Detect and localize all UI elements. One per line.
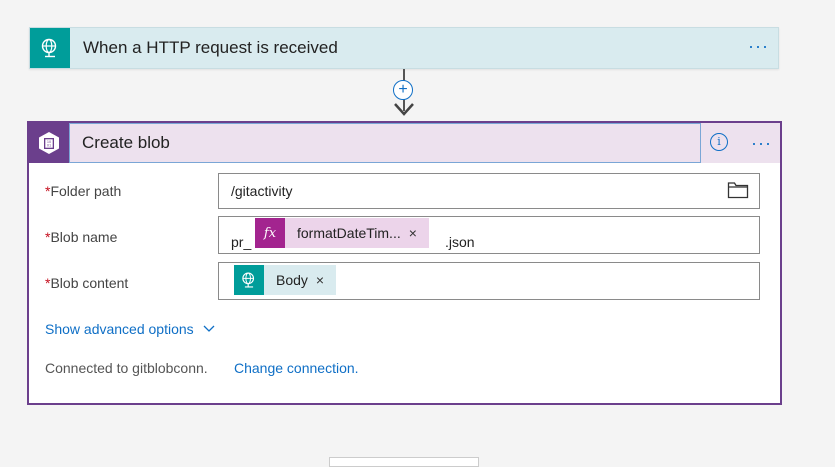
blob-name-prefix: pr_ [231, 234, 252, 250]
trigger-more-button[interactable]: ··· [748, 37, 769, 55]
folder-path-field[interactable]: /gitactivity [218, 173, 760, 209]
change-connection-link[interactable]: Change connection. [234, 360, 359, 376]
info-glyph: i [717, 135, 721, 148]
next-step-stub [329, 457, 479, 467]
token-label: Body [276, 272, 308, 288]
folder-path-label: *Folder path [45, 183, 121, 199]
blob-name-label-text: Blob name [50, 229, 118, 245]
blob-icon-box: 10 01 [29, 123, 69, 163]
chevron-down-icon [203, 325, 215, 332]
blob-icon: 10 01 [39, 132, 59, 154]
card-header: 10 01 Create blob i ··· [29, 123, 780, 163]
body-token[interactable]: Body × [234, 265, 337, 295]
advanced-label: Show advanced options [45, 321, 194, 337]
blob-content-label-text: Blob content [50, 275, 129, 291]
fx-icon: fx [255, 218, 285, 248]
trigger-title: When a HTTP request is received [83, 38, 338, 57]
http-trigger-icon-box [30, 28, 70, 68]
token-label: formatDateTim... [297, 225, 401, 241]
globe-icon [234, 265, 264, 295]
remove-token-button[interactable]: × [316, 272, 336, 288]
folder-icon[interactable] [727, 181, 749, 199]
arrow-down-icon [394, 103, 414, 116]
title-edit-box[interactable]: Create blob [69, 123, 701, 163]
create-blob-card: 10 01 Create blob i ··· *Folder path /gi… [27, 121, 782, 405]
formatdatetime-token[interactable]: fx formatDateTim... × [255, 218, 429, 248]
add-step-button[interactable]: + [393, 80, 413, 100]
blob-name-label: *Blob name [45, 229, 117, 245]
globe-icon-svg [242, 272, 255, 288]
svg-text:01: 01 [47, 144, 51, 148]
action-more-button[interactable]: ··· [751, 134, 772, 152]
trigger-card[interactable]: When a HTTP request is received ··· [29, 27, 779, 69]
globe-icon [41, 38, 57, 58]
action-title: Create blob [82, 133, 170, 152]
blob-name-field[interactable]: pr_ fx formatDateTim... × .json [218, 216, 760, 254]
connection-status: Connected to gitblobconn. [45, 360, 208, 376]
remove-token-button[interactable]: × [409, 225, 429, 241]
blob-content-label: *Blob content [45, 275, 128, 291]
fx-glyph: fx [263, 225, 277, 241]
blob-name-suffix: .json [445, 234, 475, 250]
blob-content-field[interactable]: Body × [218, 262, 760, 300]
folder-path-value: /gitactivity [231, 183, 293, 199]
show-advanced-options-link[interactable]: Show advanced options [45, 321, 216, 337]
plus-icon: + [398, 81, 408, 98]
folder-path-label-text: Folder path [50, 183, 122, 199]
info-icon[interactable]: i [710, 133, 728, 151]
